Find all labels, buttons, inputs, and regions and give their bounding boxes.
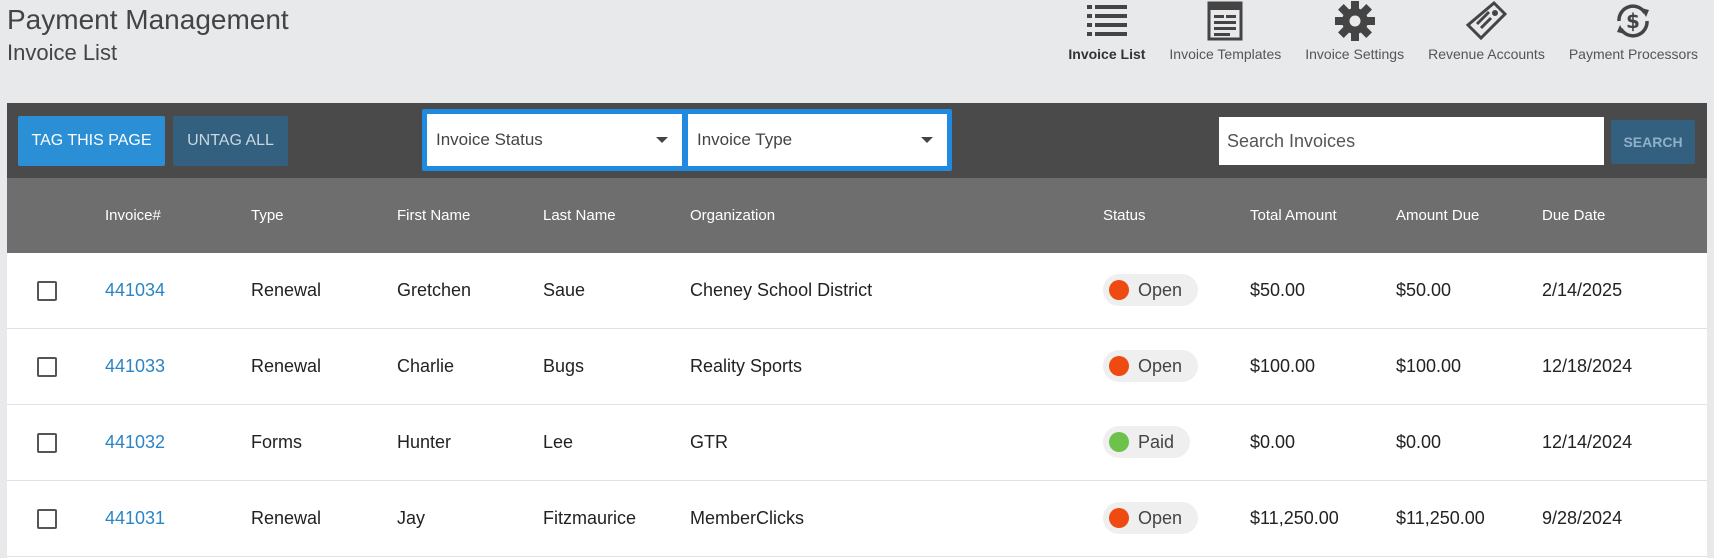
invoice-panel: TAG THIS PAGE UNTAG ALL Invoice Status I…	[7, 103, 1707, 558]
organization: MemberClicks	[690, 508, 805, 528]
table-row: 441033 Renewal Charlie Bugs Reality Sports Op…	[7, 329, 1707, 405]
due-date: 2/14/2025	[1542, 280, 1623, 300]
list-icon	[1086, 5, 1127, 36]
search-input[interactable]	[1219, 117, 1604, 165]
status-dot-icon	[1109, 432, 1129, 452]
gear-icon	[1334, 1, 1375, 41]
status-text: Open	[1138, 355, 1183, 376]
column-header[interactable]: Due Date	[1542, 178, 1605, 253]
nav-revenue-accounts[interactable]: Revenue Accounts	[1428, 0, 1545, 62]
invoice-type-select[interactable]: Invoice Type	[688, 114, 947, 166]
total-amount: $0.00	[1250, 432, 1296, 452]
nav-label: Revenue Accounts	[1428, 46, 1545, 62]
column-header[interactable]: Organization	[690, 178, 775, 253]
nav-invoice-templates[interactable]: Invoice Templates	[1169, 0, 1281, 62]
invoice-link[interactable]: 441031	[105, 481, 165, 556]
invoice-status-select[interactable]: Invoice Status	[427, 114, 682, 166]
status-badge: Open	[1103, 350, 1199, 382]
template-icon	[1207, 1, 1243, 41]
last-name: Saue	[543, 280, 586, 300]
total-amount: $100.00	[1250, 356, 1316, 376]
nav-label: Invoice Templates	[1169, 46, 1282, 62]
organization: Reality Sports	[690, 356, 803, 376]
invoice-status-value: Invoice Status	[436, 130, 543, 149]
due-date: 12/18/2024	[1542, 356, 1633, 376]
invoice-link[interactable]: 441032	[105, 405, 165, 480]
status-badge: Paid	[1103, 426, 1191, 458]
table-row: 441031 Renewal Jay Fitzmaurice MemberClicks O…	[7, 481, 1707, 557]
column-header[interactable]: Status	[1103, 178, 1146, 253]
first-name: Hunter	[397, 432, 452, 452]
status-dot-icon	[1109, 508, 1129, 528]
amount-due: $50.00	[1396, 280, 1452, 300]
status-badge: Open	[1103, 502, 1199, 534]
page-subtitle: Invoice List	[7, 40, 118, 65]
column-header[interactable]: Total Amount	[1250, 178, 1337, 253]
column-header[interactable]: Last Name	[543, 178, 616, 253]
untag-all-button[interactable]: UNTAG ALL	[173, 116, 288, 166]
row-checkbox[interactable]	[37, 433, 57, 453]
nav-label: Invoice List	[1068, 46, 1146, 62]
last-name: Bugs	[543, 356, 585, 376]
nav-invoice-list[interactable]: Invoice List	[1068, 0, 1145, 62]
page-header: Payment Management Invoice List Invoice …	[0, 0, 1714, 100]
last-name: Lee	[543, 432, 574, 452]
due-date: 12/14/2024	[1542, 432, 1633, 452]
invoice-type-value: Invoice Type	[697, 130, 793, 149]
status-text: Open	[1138, 507, 1183, 528]
total-amount: $50.00	[1250, 280, 1306, 300]
invoice-type: Renewal	[251, 356, 322, 376]
chevron-down-icon	[921, 137, 933, 143]
invoice-link[interactable]: 441033	[105, 329, 165, 404]
tag-this-page-button[interactable]: TAG THIS PAGE	[18, 116, 165, 166]
column-header[interactable]: First Name	[397, 178, 470, 253]
amount-due: $0.00	[1396, 432, 1442, 452]
row-checkbox[interactable]	[37, 357, 57, 377]
first-name: Charlie	[397, 356, 455, 376]
row-checkbox[interactable]	[37, 281, 57, 301]
due-date: 9/28/2024	[1542, 508, 1623, 528]
status-text: Open	[1138, 279, 1183, 300]
invoice-link[interactable]: 441034	[105, 253, 165, 328]
organization: GTR	[690, 432, 728, 452]
status-text: Paid	[1138, 431, 1175, 452]
svg-text:$: $	[1626, 9, 1640, 33]
search-button[interactable]: SEARCH	[1611, 120, 1695, 164]
nav-invoice-settings[interactable]: Invoice Settings	[1305, 0, 1404, 62]
nav-label: Invoice Settings	[1305, 46, 1405, 62]
filter-group: Invoice Status Invoice Type	[422, 109, 952, 171]
total-amount: $11,250.00	[1250, 508, 1339, 528]
status-dot-icon	[1109, 280, 1129, 300]
status-badge: Open	[1103, 274, 1199, 306]
dollar-refresh-icon: $	[1617, 4, 1650, 38]
last-name: Fitzmaurice	[543, 508, 637, 528]
first-name: Gretchen	[397, 280, 472, 300]
first-name: Jay	[397, 508, 426, 528]
invoice-type: Forms	[251, 432, 302, 452]
page-title: Payment Management	[7, 4, 289, 35]
table-row: 441032 Forms Hunter Lee GTR Paid $0.00 $0.00 12/…	[7, 405, 1707, 481]
chevron-down-icon	[656, 137, 668, 143]
table-row: 441034 Renewal Gretchen Saue Cheney School D…	[7, 253, 1707, 329]
row-checkbox[interactable]	[37, 509, 57, 529]
amount-due: $11,250.00	[1396, 508, 1485, 528]
toolbar: TAG THIS PAGE UNTAG ALL Invoice Status I…	[7, 103, 1707, 178]
table-header: Invoice# Type First Name Last Name Organ…	[7, 178, 1707, 253]
nav-label: Payment Processors	[1568, 46, 1698, 62]
nav-payment-processors[interactable]: $ Payment Processors	[1569, 0, 1698, 62]
tag-icon	[1466, 0, 1508, 41]
invoice-type: Renewal	[251, 280, 322, 300]
amount-due: $100.00	[1396, 356, 1462, 376]
top-nav: Invoice List Invoice Templates Invoice S…	[1044, 0, 1698, 62]
column-header[interactable]: Invoice#	[105, 178, 161, 253]
status-dot-icon	[1109, 356, 1129, 376]
organization: Cheney School District	[690, 280, 873, 300]
invoice-type: Renewal	[251, 508, 322, 528]
column-header[interactable]: Amount Due	[1396, 178, 1479, 253]
column-header[interactable]: Type	[251, 178, 284, 253]
